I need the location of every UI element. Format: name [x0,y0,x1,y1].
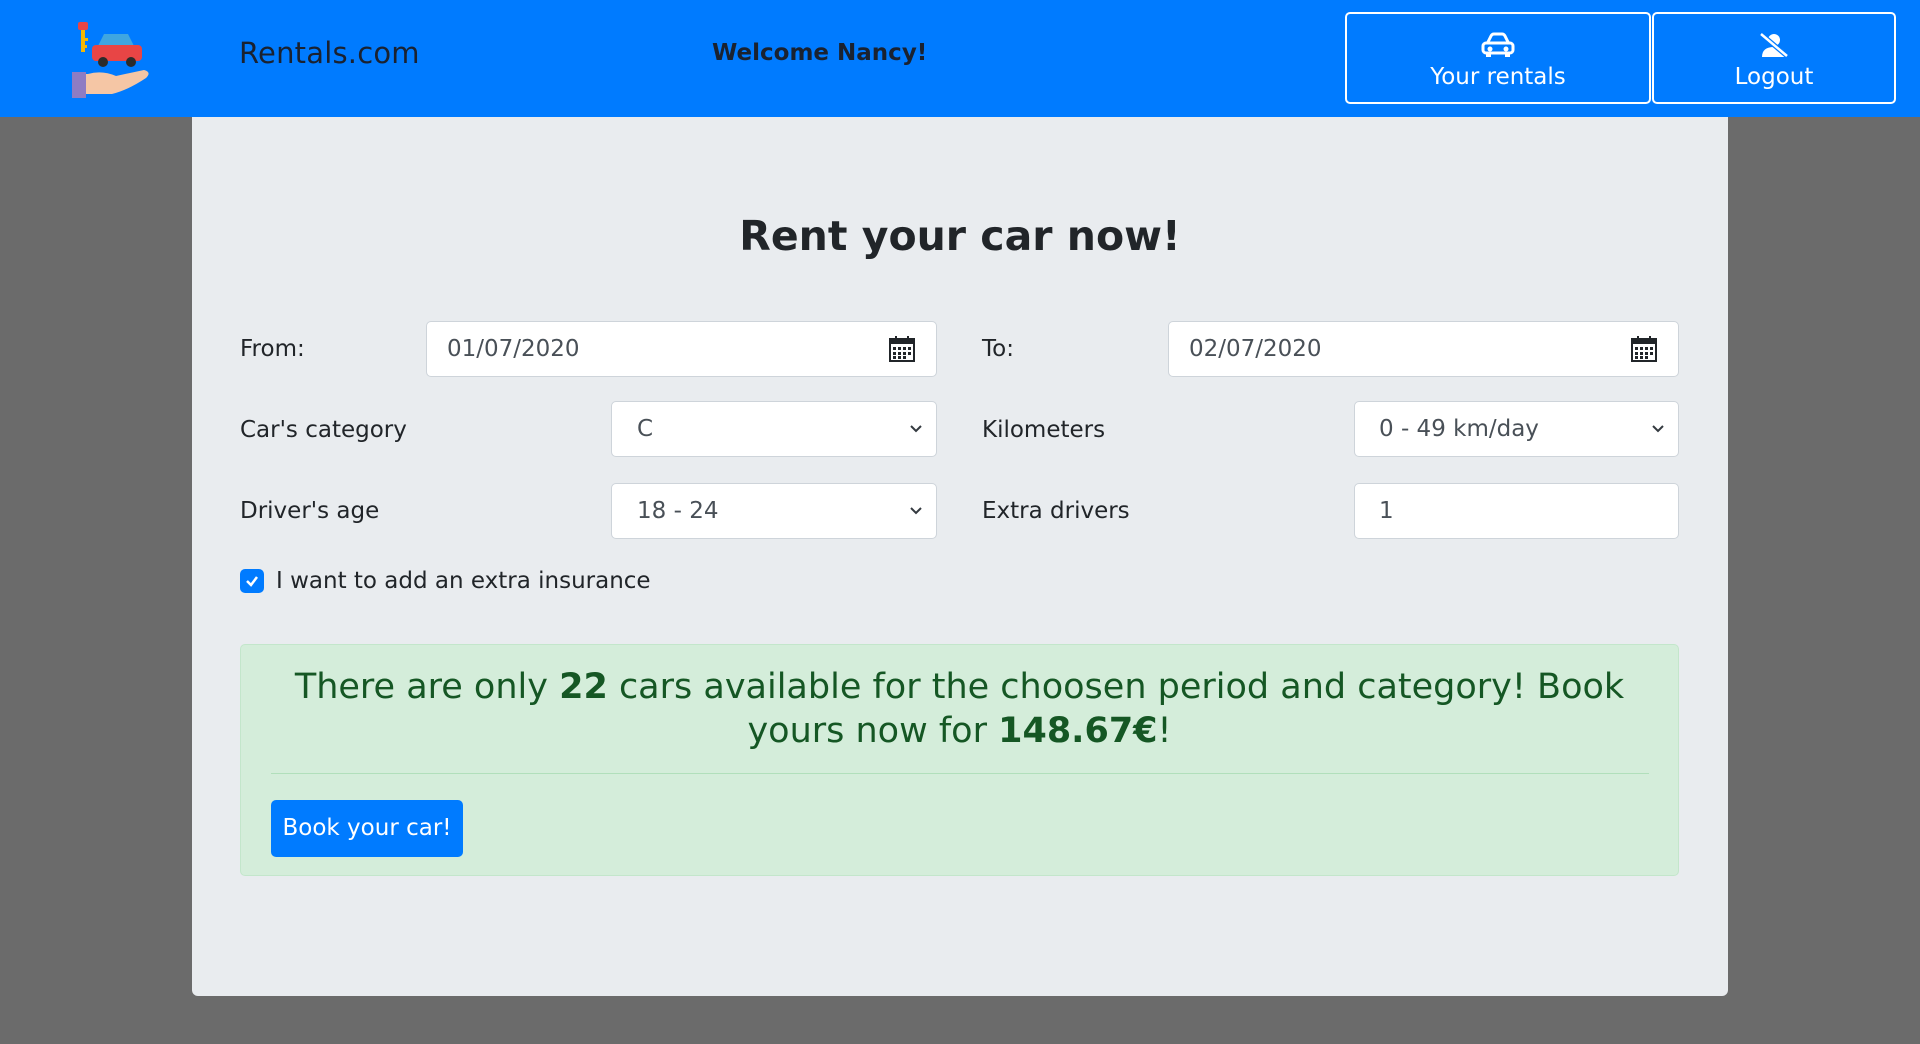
to-label: To: [982,336,1014,362]
navbar: Rentals.com Welcome Nancy! Your rentals … [0,0,1920,117]
your-rentals-button[interactable]: Your rentals [1345,12,1651,104]
availability-message: There are only 22 cars available for the… [261,665,1658,753]
chevron-down-icon [910,507,922,515]
to-date-value: 02/07/2020 [1189,336,1322,362]
rental-form-card: Rent your car now! From: 01/07/2020 To: … [192,117,1728,996]
checkmark-icon [246,576,258,587]
availability-alert: There are only 22 cars available for the… [240,644,1679,876]
from-date-value: 01/07/2020 [447,336,580,362]
extra-drivers-label: Extra drivers [982,498,1130,524]
extra-insurance-checkbox[interactable] [240,569,264,593]
rental-price: 148.67€ [998,711,1158,751]
available-cars-count: 22 [559,667,608,707]
chevron-down-icon [910,425,922,433]
alert-divider [271,773,1649,774]
car-rental-logo-icon[interactable] [72,20,152,98]
kilometers-select[interactable]: 0 - 49 km/day [1354,401,1679,457]
car-category-label: Car's category [240,417,407,443]
logout-label: Logout [1734,64,1814,90]
drivers-age-label: Driver's age [240,498,380,524]
kilometers-label: Kilometers [982,417,1106,443]
book-car-button[interactable]: Book your car! [271,800,463,857]
car-icon [1481,32,1515,57]
drivers-age-select[interactable]: 18 - 24 [611,483,937,539]
from-date-input[interactable]: 01/07/2020 [426,321,937,377]
brand-name[interactable]: Rentals.com [239,36,420,70]
to-date-input[interactable]: 02/07/2020 [1168,321,1679,377]
extra-drivers-input[interactable]: 1 [1354,483,1679,539]
extra-insurance-label[interactable]: I want to add an extra insurance [276,568,651,594]
car-category-select[interactable]: C [611,401,937,457]
logout-button[interactable]: Logout [1652,12,1896,104]
chevron-down-icon [1652,425,1664,433]
availability-text-after: ! [1157,711,1172,751]
page-title: Rent your car now! [739,212,1181,260]
car-category-value: C [637,416,654,442]
calendar-icon[interactable] [888,335,916,363]
from-label: From: [240,336,305,362]
welcome-message: Welcome Nancy! [712,40,928,66]
availability-text-before: There are only [294,667,560,707]
calendar-icon[interactable] [1630,335,1658,363]
drivers-age-value: 18 - 24 [637,498,719,524]
extra-drivers-value: 1 [1379,498,1394,524]
kilometers-value: 0 - 49 km/day [1379,416,1539,442]
your-rentals-label: Your rentals [1430,64,1566,90]
user-slash-icon [1759,32,1789,58]
